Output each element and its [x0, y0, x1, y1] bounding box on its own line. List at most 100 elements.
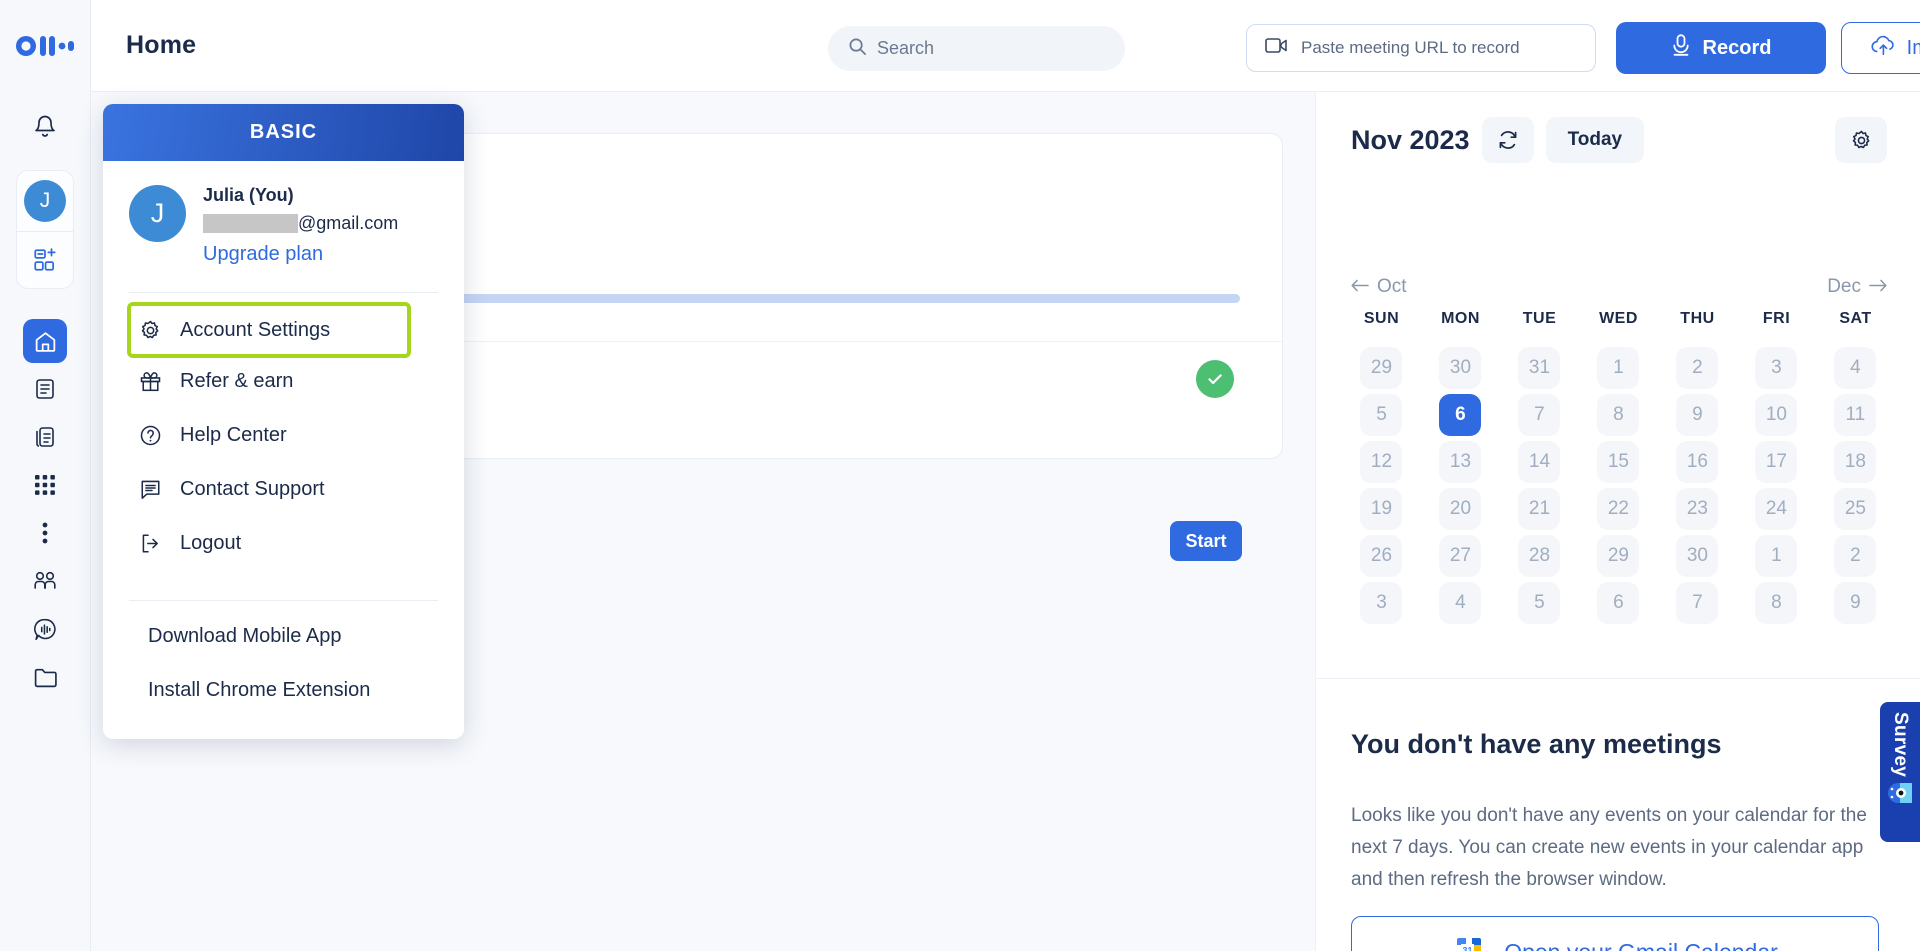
app-root: J: [0, 0, 1920, 951]
calendar-day[interactable]: 29: [1342, 344, 1421, 391]
calendar-day[interactable]: 20: [1421, 485, 1500, 532]
calendar-day[interactable]: 3: [1342, 579, 1421, 626]
calendar-day[interactable]: 3: [1737, 344, 1816, 391]
prev-month-button[interactable]: Oct: [1351, 276, 1407, 298]
calendar-day-number: 29: [1360, 347, 1402, 389]
calendar-day[interactable]: 16: [1658, 438, 1737, 485]
upgrade-plan-link[interactable]: Upgrade plan: [203, 243, 398, 266]
prev-month-label: Oct: [1377, 276, 1407, 298]
today-button[interactable]: Today: [1546, 117, 1645, 163]
menu-item-label: Contact Support: [180, 478, 325, 501]
menu-item-install-chrome-extension[interactable]: Install Chrome Extension: [103, 663, 464, 717]
calendar-day[interactable]: 8: [1579, 391, 1658, 438]
left-rail: J: [0, 0, 91, 951]
calendar-day-number: 12: [1360, 441, 1402, 483]
calendar-day-today[interactable]: 6: [1421, 391, 1500, 438]
search-input[interactable]: Search: [828, 26, 1125, 71]
chat-icon: [138, 478, 163, 501]
calendar-day[interactable]: 19: [1342, 485, 1421, 532]
calendar-day[interactable]: 4: [1816, 344, 1895, 391]
avatar: J: [129, 185, 186, 242]
calendar-day[interactable]: 6: [1579, 579, 1658, 626]
calendar-day-number: 25: [1834, 488, 1876, 530]
new-conversation-icon[interactable]: [32, 232, 58, 288]
calendar-day[interactable]: 12: [1342, 438, 1421, 485]
calendar-settings-gear-icon[interactable]: [1835, 117, 1887, 163]
menu-item-logout[interactable]: Logout: [103, 516, 464, 570]
account-avatar-card: J: [16, 170, 74, 289]
calendar-weekday: SAT: [1816, 310, 1895, 328]
menu-item-account-settings[interactable]: Account Settings: [131, 306, 407, 354]
calendar-day[interactable]: 13: [1421, 438, 1500, 485]
calendar-day[interactable]: 26: [1342, 532, 1421, 579]
calendar-day[interactable]: 8: [1737, 579, 1816, 626]
calendar-day[interactable]: 18: [1816, 438, 1895, 485]
calendar-day[interactable]: 21: [1500, 485, 1579, 532]
sidebar-item-folders[interactable]: [23, 655, 67, 699]
survey-tab[interactable]: Survey: [1880, 702, 1920, 842]
calendar-day[interactable]: 23: [1658, 485, 1737, 532]
calendar-day[interactable]: 29: [1579, 532, 1658, 579]
sidebar-item-all-conversations[interactable]: [23, 415, 67, 459]
calendar-day[interactable]: 1: [1579, 344, 1658, 391]
calendar-day[interactable]: 15: [1579, 438, 1658, 485]
sidebar-item-apps[interactable]: [23, 463, 67, 507]
calendar-day[interactable]: 4: [1421, 579, 1500, 626]
calendar-day[interactable]: 9: [1816, 579, 1895, 626]
gear-icon: [138, 319, 163, 342]
calendar-day[interactable]: 2: [1816, 532, 1895, 579]
notifications-icon[interactable]: [23, 104, 67, 148]
avatar[interactable]: J: [24, 180, 66, 222]
calendar-day-number: 18: [1834, 441, 1876, 483]
calendar-day[interactable]: 7: [1500, 391, 1579, 438]
calendar-day[interactable]: 7: [1658, 579, 1737, 626]
calendar-day[interactable]: 14: [1500, 438, 1579, 485]
calendar-day-number: 2: [1676, 347, 1718, 389]
next-month-button[interactable]: Dec: [1827, 276, 1887, 298]
sidebar-item-my-conversations[interactable]: [23, 367, 67, 411]
no-meetings-body: Looks like you don't have any events on …: [1351, 800, 1881, 896]
calendar-day[interactable]: 22: [1579, 485, 1658, 532]
meeting-url-input[interactable]: Paste meeting URL to record: [1246, 24, 1596, 72]
refresh-icon[interactable]: [1482, 117, 1534, 163]
start-button[interactable]: Start: [1170, 521, 1242, 561]
calendar-weekday: MON: [1421, 310, 1500, 328]
calendar-day[interactable]: 30: [1421, 344, 1500, 391]
calendar-day-number: 30: [1676, 535, 1718, 577]
calendar-day-number: 15: [1597, 441, 1639, 483]
calendar-day[interactable]: 31: [1500, 344, 1579, 391]
sidebar-item-more[interactable]: [23, 511, 67, 555]
sidebar-item-people[interactable]: [23, 559, 67, 603]
calendar-day[interactable]: 28: [1500, 532, 1579, 579]
calendar-day[interactable]: 17: [1737, 438, 1816, 485]
sidebar-item-voiceprint[interactable]: [23, 607, 67, 651]
calendar-day[interactable]: 10: [1737, 391, 1816, 438]
calendar-day-number: 3: [1360, 582, 1402, 624]
calendar-day[interactable]: 11: [1816, 391, 1895, 438]
menu-item-help-center[interactable]: Help Center: [103, 408, 464, 462]
calendar-day[interactable]: 27: [1421, 532, 1500, 579]
menu-item-contact-support[interactable]: Contact Support: [103, 462, 464, 516]
import-button[interactable]: Import: [1841, 22, 1920, 74]
otter-logo[interactable]: [16, 26, 74, 66]
calendar-day[interactable]: 30: [1658, 532, 1737, 579]
calendar-day[interactable]: 2: [1658, 344, 1737, 391]
calendar-day[interactable]: 24: [1737, 485, 1816, 532]
calendar-weekday-row: SUNMONTUEWEDTHUFRISAT: [1342, 310, 1895, 328]
record-button[interactable]: Record: [1616, 22, 1826, 74]
calendar-day[interactable]: 1: [1737, 532, 1816, 579]
menu-item-label: Help Center: [180, 424, 287, 447]
menu-item-label: Logout: [180, 532, 241, 555]
calendar-day-number: 7: [1676, 582, 1718, 624]
calendar-month-label: Nov 2023: [1351, 125, 1470, 156]
sidebar-item-home[interactable]: [23, 319, 67, 363]
menu-item-download-mobile-app[interactable]: Download Mobile App: [103, 609, 464, 663]
open-gmail-calendar-button[interactable]: 31 Open your Gmail Calendar: [1351, 916, 1879, 951]
calendar-day[interactable]: 25: [1816, 485, 1895, 532]
google-calendar-icon: 31: [1452, 933, 1486, 951]
menu-item-refer-and-earn[interactable]: Refer & earn: [103, 354, 464, 408]
calendar-day[interactable]: 5: [1500, 579, 1579, 626]
user-name: Julia (You): [203, 185, 398, 206]
calendar-day[interactable]: 9: [1658, 391, 1737, 438]
calendar-day[interactable]: 5: [1342, 391, 1421, 438]
